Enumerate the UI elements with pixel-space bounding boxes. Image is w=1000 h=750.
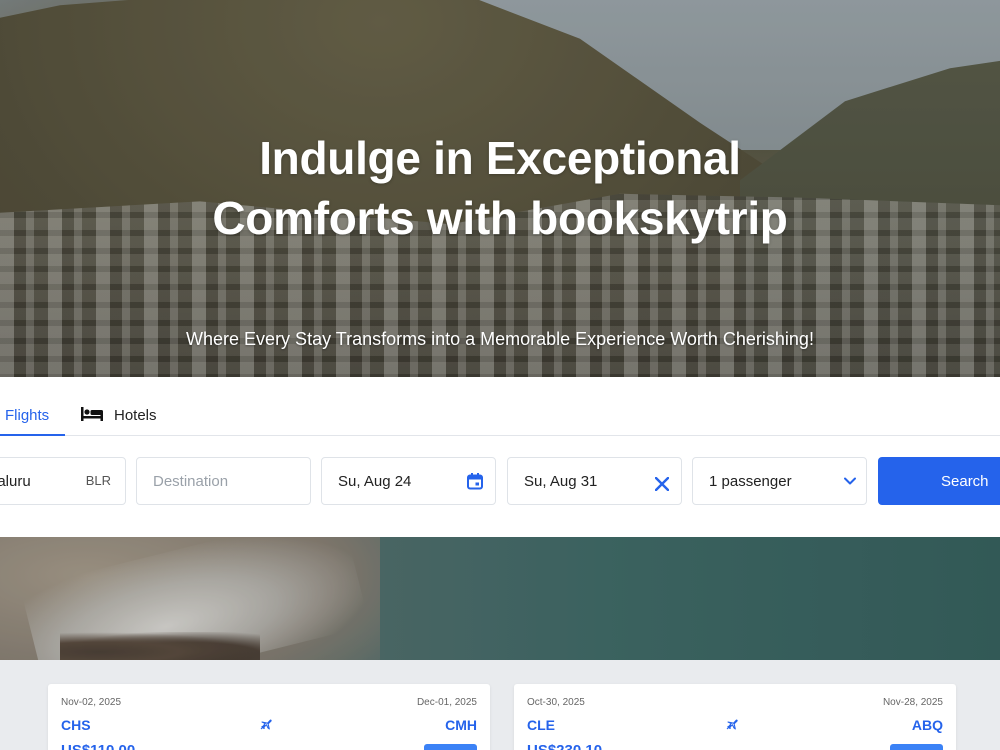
deal-book-button[interactable] [424, 744, 477, 750]
search-button[interactable]: Search [878, 457, 1000, 505]
tab-flights[interactable]: Flights [0, 394, 65, 436]
hero-title: Indulge in Exceptional Comforts with boo… [212, 132, 788, 244]
hero-banner: Indulge in Exceptional Comforts with boo… [0, 0, 1000, 377]
close-icon[interactable] [655, 477, 669, 491]
plane-icon [726, 719, 738, 730]
deal-destination-code: CMH [445, 717, 477, 733]
deal-destination-code: ABQ [911, 717, 943, 733]
deal-origin-code: CHS [61, 717, 91, 733]
passenger-select[interactable]: 1 passenger [692, 457, 867, 505]
return-date-value: Su, Aug 31 [524, 472, 598, 490]
origin-code: BLR [85, 473, 111, 488]
tab-hotels[interactable]: Hotels [81, 394, 171, 436]
plane-icon [260, 719, 272, 730]
flight-deal-card[interactable]: Oct-30, 2025 Nov-28, 2025 CLE ABQ US$230… [514, 684, 956, 750]
tab-bar: Flights Hotels [0, 377, 1000, 436]
departure-date-field[interactable]: Su, Aug 24 [321, 457, 496, 505]
deal-depart-date: Nov-02, 2025 [61, 697, 122, 708]
deal-return-date: Nov-28, 2025 [882, 697, 943, 708]
deal-origin-code: CLE [527, 717, 555, 733]
search-button-label: Search [941, 472, 989, 490]
origin-field[interactable]: galuru BLR [0, 457, 126, 505]
tab-flights-label: Flights [5, 407, 50, 424]
deal-price: US$230.10 [527, 742, 602, 750]
destination-input[interactable]: Destination [136, 457, 311, 505]
passenger-value: 1 passenger [709, 472, 792, 490]
tab-hotels-label: Hotels [114, 407, 157, 424]
calendar-icon[interactable] [467, 473, 483, 490]
chevron-down-icon [844, 477, 856, 485]
beach-image [0, 537, 1000, 660]
deal-depart-date: Oct-30, 2025 [527, 697, 585, 708]
departure-date-value: Su, Aug 24 [338, 472, 412, 490]
search-panel: Flights Hotels galuru BLR Destination Su… [0, 377, 1000, 537]
hero-subtitle: Where Every Stay Transforms into a Memor… [186, 329, 814, 349]
deal-return-date: Dec-01, 2025 [416, 697, 477, 708]
bed-icon [81, 407, 103, 421]
deal-price: US$110.00 [61, 742, 135, 750]
origin-value: galuru [0, 472, 31, 490]
deal-book-button[interactable] [890, 744, 943, 750]
destination-placeholder: Destination [153, 472, 229, 490]
return-date-field[interactable]: Su, Aug 31 [507, 457, 682, 505]
flight-deal-card[interactable]: Nov-02, 2025 Dec-01, 2025 CHS CMH US$110… [48, 684, 490, 750]
